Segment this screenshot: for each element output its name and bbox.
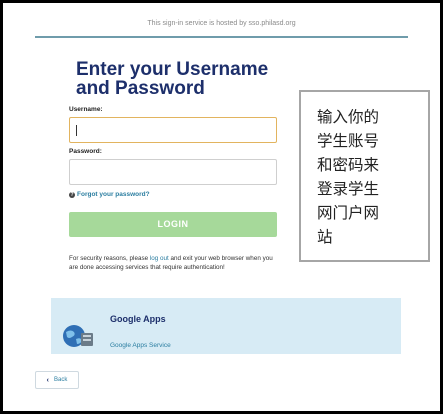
username-input[interactable] bbox=[69, 117, 277, 143]
header-divider bbox=[35, 36, 408, 38]
back-button[interactable]: ‹ Back bbox=[35, 371, 79, 389]
password-input[interactable] bbox=[69, 159, 277, 185]
login-page: This sign-in service is hosted by sso.ph… bbox=[3, 3, 440, 411]
security-text-before: For security reasons, please bbox=[69, 255, 150, 262]
password-label: Password: bbox=[69, 148, 102, 155]
annotation-text: 输入你的 学生账号 和密码来 登录学生 网门户网 站 bbox=[317, 108, 380, 246]
log-out-link[interactable]: log out bbox=[150, 255, 169, 262]
globe-computer-icon bbox=[63, 325, 93, 347]
back-label: Back bbox=[54, 377, 68, 383]
hosted-by-notice: This sign-in service is hosted by sso.ph… bbox=[147, 20, 296, 27]
forgot-password-link[interactable]: ? Forgot your password? bbox=[69, 191, 150, 198]
username-label: Username: bbox=[69, 106, 103, 113]
annotation-box: 输入你的 学生账号 和密码来 登录学生 网门户网 站 bbox=[299, 90, 430, 262]
page-title: Enter your Username and Password bbox=[76, 59, 269, 99]
login-button[interactable]: LOGIN bbox=[69, 212, 277, 237]
security-notice: For security reasons, please log out and… bbox=[69, 255, 279, 272]
chevron-left-icon: ‹ bbox=[46, 376, 49, 384]
service-subtitle[interactable]: Google Apps Service bbox=[110, 342, 171, 349]
forgot-password-label: Forgot your password? bbox=[77, 191, 150, 198]
text-caret bbox=[76, 125, 77, 136]
service-title[interactable]: Google Apps bbox=[110, 314, 166, 324]
help-icon: ? bbox=[69, 191, 75, 198]
service-panel: Google Apps Google Apps Service bbox=[51, 298, 401, 354]
